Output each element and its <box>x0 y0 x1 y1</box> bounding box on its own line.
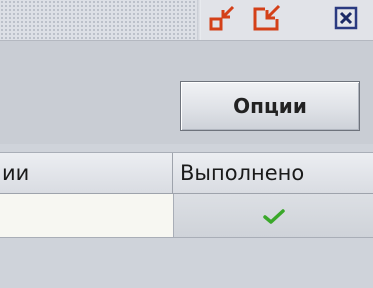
restore-icon <box>253 4 281 31</box>
close-icon <box>334 6 358 30</box>
table-empty-area <box>0 238 373 288</box>
column-header-done[interactable]: Выполнено <box>174 153 373 193</box>
table-row[interactable] <box>0 194 373 238</box>
minimize-button[interactable] <box>209 3 237 33</box>
titlebar-divider <box>197 0 201 40</box>
checkmark-icon <box>262 208 285 224</box>
restore-button[interactable] <box>253 3 281 33</box>
options-button[interactable]: Опции <box>180 81 360 131</box>
table-cell-done[interactable] <box>174 194 373 237</box>
table-header: ии Выполнено <box>0 152 373 194</box>
toolbar-area: Опции <box>0 41 373 144</box>
column-header-name[interactable]: ии <box>0 153 173 193</box>
table-cell-name[interactable] <box>0 194 174 237</box>
minimize-icon <box>209 5 235 31</box>
window-titlebar <box>0 0 373 41</box>
close-button[interactable] <box>332 3 360 33</box>
